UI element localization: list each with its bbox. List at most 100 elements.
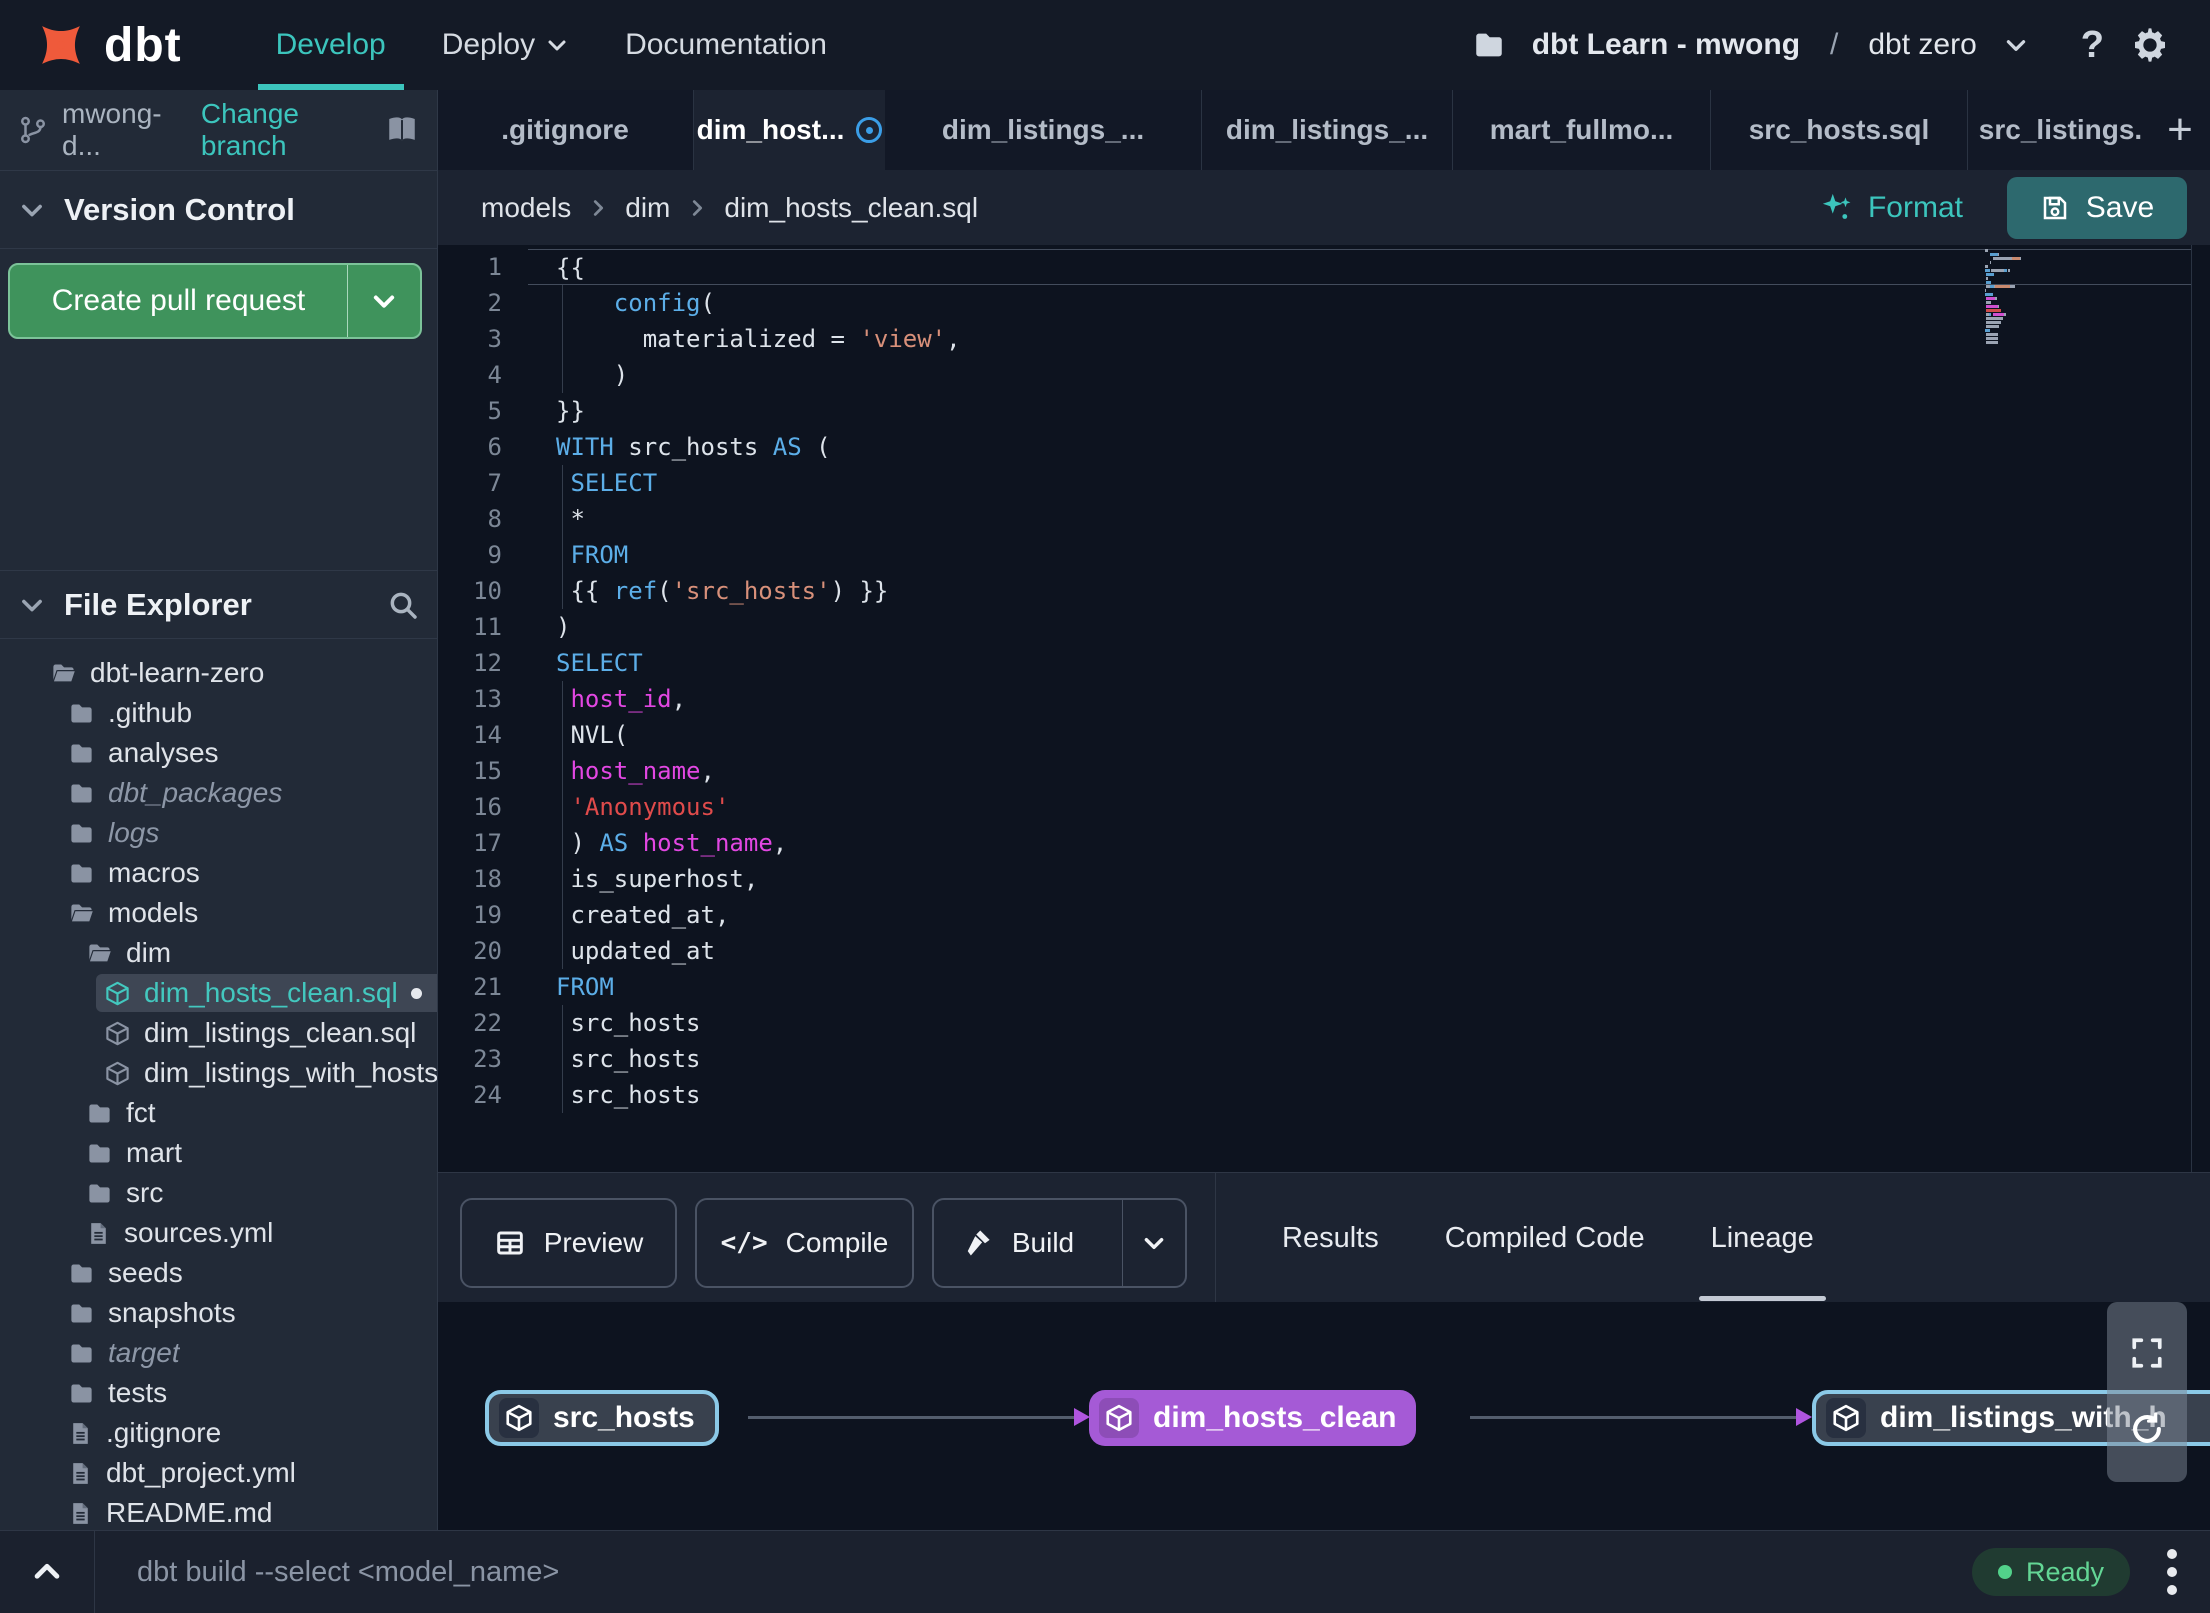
help-icon[interactable]: ? — [2081, 24, 2104, 67]
tab-src-listings[interactable]: src_listings. — [1968, 90, 2153, 170]
code-line-20[interactable]: updated_at — [528, 933, 2191, 969]
tree-item-tests[interactable]: tests — [0, 1373, 437, 1413]
code-line-12[interactable]: SELECT — [528, 645, 2191, 681]
tree-item-dbt-project-yml[interactable]: dbt_project.yml — [0, 1453, 437, 1493]
editor-scrollbar[interactable] — [2191, 245, 2192, 1172]
minimap[interactable] — [1985, 249, 2055, 345]
tab-label: dim_host... — [696, 114, 845, 145]
change-branch-link[interactable]: Change branch — [201, 98, 357, 162]
code-line-6[interactable]: WITH src_hosts AS ( — [528, 429, 2191, 465]
code-line-10[interactable]: {{ ref('src_hosts') }} — [528, 573, 2191, 609]
save-button[interactable]: Save — [2007, 176, 2187, 239]
breadcrumb-file[interactable]: dim_hosts_clean.sql — [724, 192, 978, 224]
file-explorer-header[interactable]: File Explorer — [0, 570, 437, 639]
tree-item-target[interactable]: target — [0, 1333, 437, 1373]
tab-dim-listings[interactable]: dim_listings_... — [1202, 90, 1453, 170]
tree-item-readme-md[interactable]: README.md — [0, 1493, 437, 1530]
tree-item-fct[interactable]: fct — [0, 1093, 437, 1133]
kebab-menu-icon[interactable] — [2152, 1546, 2192, 1598]
code-line-24[interactable]: src_hosts — [528, 1077, 2191, 1113]
code-line-14[interactable]: NVL( — [528, 717, 2191, 753]
build-button[interactable]: Build — [932, 1198, 1187, 1288]
lineage-graph[interactable]: src_hosts dim_hosts_clean dim_listings_wit… — [437, 1302, 2210, 1530]
code-line-8[interactable]: * — [528, 501, 2191, 537]
tree-item-dim-hosts-clean-sql[interactable]: dim_hosts_clean.sql — [0, 973, 437, 1013]
code-line-9[interactable]: FROM — [528, 537, 2191, 573]
version-control-header[interactable]: Version Control — [0, 171, 437, 249]
code-line-16[interactable]: 'Anonymous' — [528, 789, 2191, 825]
tree-item-snapshots[interactable]: snapshots — [0, 1293, 437, 1333]
tree-item-models[interactable]: models — [0, 893, 437, 933]
code-line-18[interactable]: is_superhost, — [528, 861, 2191, 897]
code-token: ( — [801, 433, 831, 461]
code-icon: </> — [720, 1228, 768, 1258]
tab-dim-host[interactable]: dim_host... — [694, 90, 885, 170]
nav-documentation[interactable]: Documentation — [597, 0, 855, 90]
code-line-15[interactable]: host_name, — [528, 753, 2191, 789]
create-pull-request-button[interactable]: Create pull request — [8, 263, 422, 339]
tab-results[interactable]: Results — [1282, 1173, 1379, 1303]
tree-item-logs[interactable]: logs — [0, 813, 437, 853]
tab-src-hosts-sql[interactable]: src_hosts.sql — [1711, 90, 1968, 170]
tab-dim-listings[interactable]: dim_listings_... — [885, 90, 1202, 170]
tab-gitignore[interactable]: .gitignore — [437, 90, 694, 170]
fullscreen-icon[interactable] — [2130, 1336, 2164, 1370]
tab-lineage[interactable]: Lineage — [1698, 1173, 1827, 1303]
tree-item-analyses[interactable]: analyses — [0, 733, 437, 773]
chevron-down-icon[interactable] — [2003, 32, 2029, 58]
code-area[interactable]: {{ config( materialized = 'view', )}} WIT… — [528, 249, 2191, 1113]
code-line-23[interactable]: src_hosts — [528, 1041, 2191, 1077]
nav-develop[interactable]: Develop — [248, 0, 414, 90]
code-line-11[interactable]: ) — [528, 609, 2191, 645]
format-button[interactable]: Format — [1820, 191, 1963, 225]
tree-item-dim[interactable]: dim — [0, 933, 437, 973]
code-line-7[interactable]: SELECT — [528, 465, 2191, 501]
tab-mart-fullmo[interactable]: mart_fullmo... — [1453, 90, 1711, 170]
code-line-3[interactable]: materialized = 'view', — [528, 321, 2191, 357]
docs-book-icon[interactable] — [385, 113, 419, 147]
code-line-4[interactable]: ) — [528, 357, 2191, 393]
tree-item-dbt-learn-zero[interactable]: dbt-learn-zero — [0, 653, 437, 693]
code-line-19[interactable]: created_at, — [528, 897, 2191, 933]
command-bar-toggle[interactable] — [0, 1531, 95, 1613]
search-icon[interactable] — [387, 589, 419, 621]
code-line-22[interactable]: src_hosts — [528, 1005, 2191, 1041]
tree-item-dim-listings-clean-sql[interactable]: dim_listings_clean.sql — [0, 1013, 437, 1053]
settings-gear-icon[interactable] — [2130, 25, 2170, 65]
tree-item-macros[interactable]: macros — [0, 853, 437, 893]
environment-name[interactable]: dbt zero — [1868, 28, 1976, 62]
nav-deploy[interactable]: Deploy — [414, 0, 597, 90]
tree-item-mart[interactable]: mart — [0, 1133, 437, 1173]
tree-item-seeds[interactable]: seeds — [0, 1253, 437, 1293]
lineage-node-dim-hosts-clean[interactable]: dim_hosts_clean — [1089, 1390, 1417, 1446]
preview-button[interactable]: Preview — [460, 1198, 677, 1288]
command-input[interactable] — [95, 1555, 1972, 1589]
dbt-logo[interactable]: dbt — [32, 16, 182, 74]
create-pull-request-label[interactable]: Create pull request — [10, 265, 347, 337]
tab-compiled-code[interactable]: Compiled Code — [1445, 1173, 1645, 1303]
tree-item-src[interactable]: src — [0, 1173, 437, 1213]
tree-item-dbt-packages[interactable]: dbt_packages — [0, 773, 437, 813]
build-main[interactable]: Build — [934, 1200, 1104, 1286]
code-line-13[interactable]: host_id, — [528, 681, 2191, 717]
tree-item-gitignore[interactable]: .gitignore — [0, 1413, 437, 1453]
code-line-1[interactable]: {{ — [528, 249, 2191, 285]
code-line-5[interactable]: }} — [528, 393, 2191, 429]
create-pr-dropdown[interactable] — [347, 265, 420, 337]
tree-item-github[interactable]: .github — [0, 693, 437, 733]
build-dropdown[interactable] — [1122, 1200, 1185, 1286]
add-tab-button[interactable]: + — [2153, 90, 2207, 170]
breadcrumb-models[interactable]: models — [481, 192, 571, 224]
lineage-node-src-hosts[interactable]: src_hosts — [485, 1390, 719, 1446]
code-line-17[interactable]: ) AS host_name, — [528, 825, 2191, 861]
tree-item-dim-listings-with-hosts[interactable]: dim_listings_with_hosts... — [0, 1053, 437, 1093]
code-line-2[interactable]: config( — [528, 285, 2191, 321]
refresh-icon[interactable] — [2128, 1410, 2166, 1448]
code-editor[interactable]: 1 2 3 4 5 6 7 8 9 10 11 12 13 14 15 16 17 18 19 20 21 22 23 24 … — [437, 245, 2210, 1172]
breadcrumb-dim[interactable]: dim — [625, 192, 670, 224]
project-name[interactable]: dbt Learn - mwong — [1532, 28, 1800, 62]
compile-button[interactable]: </> Compile — [695, 1198, 914, 1288]
code-line-21[interactable]: FROM — [528, 969, 2191, 1005]
preview-label: Preview — [543, 1227, 644, 1258]
tree-item-sources-yml[interactable]: sources.yml — [0, 1213, 437, 1253]
